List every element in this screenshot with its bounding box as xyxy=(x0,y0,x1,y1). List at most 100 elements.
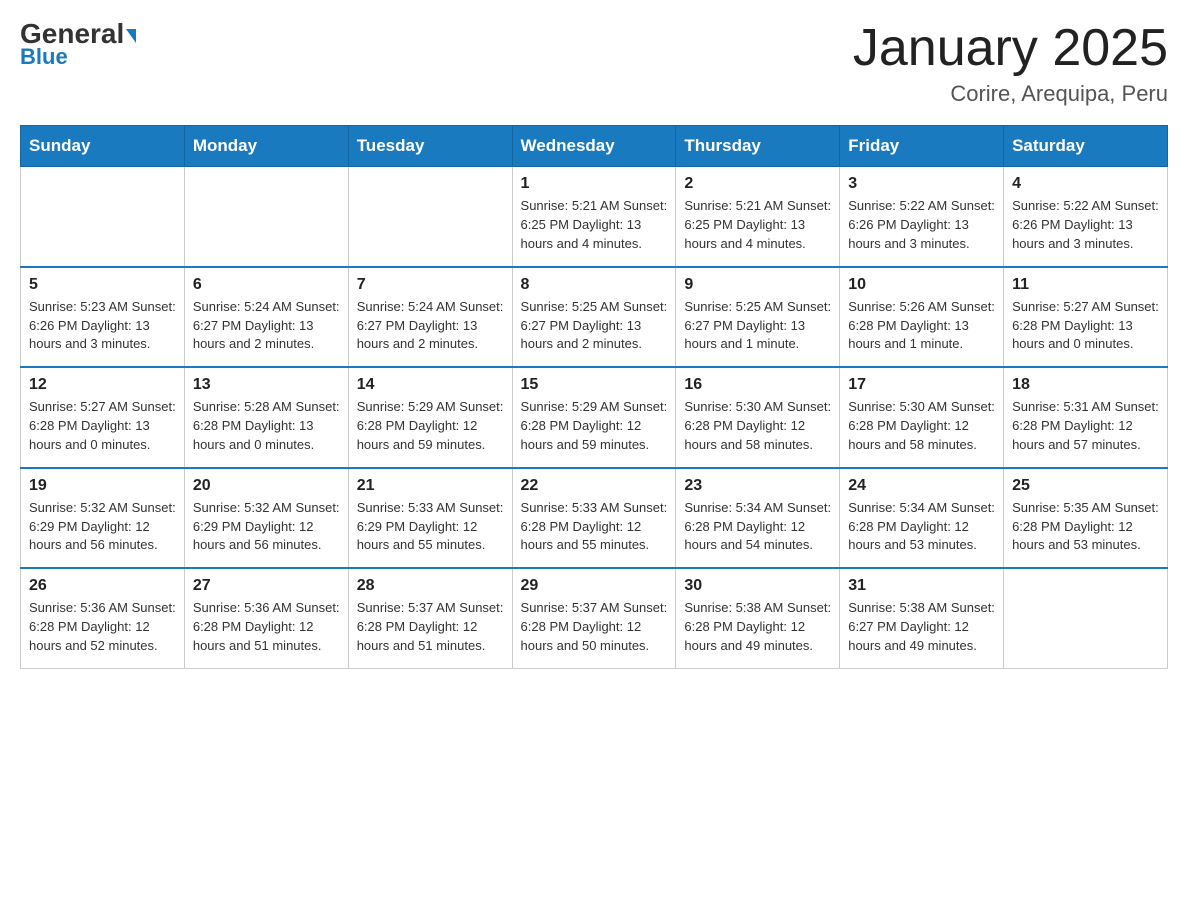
day-number: 13 xyxy=(193,376,340,394)
day-info: Sunrise: 5:32 AM Sunset: 6:29 PM Dayligh… xyxy=(193,499,340,556)
day-number: 26 xyxy=(29,577,176,595)
calendar-cell: 30 Sunrise: 5:38 AM Sunset: 6:28 PM Dayli… xyxy=(676,568,840,668)
day-number: 5 xyxy=(29,276,176,294)
day-info: Sunrise: 5:30 AM Sunset: 6:28 PM Dayligh… xyxy=(848,398,995,455)
day-number: 18 xyxy=(1012,376,1159,394)
day-of-week-header: Tuesday xyxy=(348,126,512,167)
day-info: Sunrise: 5:35 AM Sunset: 6:28 PM Dayligh… xyxy=(1012,499,1159,556)
day-number: 14 xyxy=(357,376,504,394)
day-info: Sunrise: 5:24 AM Sunset: 6:27 PM Dayligh… xyxy=(357,298,504,355)
day-info: Sunrise: 5:28 AM Sunset: 6:28 PM Dayligh… xyxy=(193,398,340,455)
day-info: Sunrise: 5:31 AM Sunset: 6:28 PM Dayligh… xyxy=(1012,398,1159,455)
calendar-week-row: 12Sunrise: 5:27 AM Sunset: 6:28 PM Dayli… xyxy=(21,367,1168,468)
day-number: 8 xyxy=(521,276,668,294)
day-info: Sunrise: 5:33 AM Sunset: 6:29 PM Dayligh… xyxy=(357,499,504,556)
day-info: Sunrise: 5:36 AM Sunset: 6:28 PM Dayligh… xyxy=(193,599,340,656)
calendar-cell: 18 Sunrise: 5:31 AM Sunset: 6:28 PM Dayli… xyxy=(1004,367,1168,468)
day-of-week-header: Monday xyxy=(184,126,348,167)
calendar-header-row: SundayMondayTuesdayWednesdayThursdayFrid… xyxy=(21,126,1168,167)
calendar-cell: 13 Sunrise: 5:28 AM Sunset: 6:28 PM Dayli… xyxy=(184,367,348,468)
day-info: Sunrise: 5:36 AM Sunset: 6:28 PM Dayligh… xyxy=(29,599,176,656)
day-number: 20 xyxy=(193,477,340,495)
calendar-week-row: 19 Sunrise: 5:32 AM Sunset: 6:29 PM Dayli… xyxy=(21,468,1168,569)
logo-blue: Blue xyxy=(20,44,68,70)
day-info: Sunrise: 5:22 AM Sunset: 6:26 PM Dayligh… xyxy=(1012,197,1159,254)
day-info: Sunrise: 5:21 AM Sunset: 6:25 PM Dayligh… xyxy=(684,197,831,254)
calendar-cell: 28 Sunrise: 5:37 AM Sunset: 6:28 PM Dayli… xyxy=(348,568,512,668)
calendar-cell: 1 Sunrise: 5:21 AM Sunset: 6:25 PM Daylig… xyxy=(512,167,676,267)
day-number: 21 xyxy=(357,477,504,495)
calendar-cell: 3 Sunrise: 5:22 AM Sunset: 6:26 PM Daylig… xyxy=(840,167,1004,267)
day-info: Sunrise: 5:32 AM Sunset: 6:29 PM Dayligh… xyxy=(29,499,176,556)
day-info: Sunrise: 5:22 AM Sunset: 6:26 PM Dayligh… xyxy=(848,197,995,254)
day-info: Sunrise: 5:23 AM Sunset: 6:26 PM Dayligh… xyxy=(29,298,176,355)
calendar-cell: 11 Sunrise: 5:27 AM Sunset: 6:28 PM Dayli… xyxy=(1004,267,1168,368)
day-info: Sunrise: 5:37 AM Sunset: 6:28 PM Dayligh… xyxy=(357,599,504,656)
calendar-cell: 26 Sunrise: 5:36 AM Sunset: 6:28 PM Dayli… xyxy=(21,568,185,668)
day-number: 17 xyxy=(848,376,995,394)
day-of-week-header: Friday xyxy=(840,126,1004,167)
day-number: 25 xyxy=(1012,477,1159,495)
day-number: 11 xyxy=(1012,276,1159,294)
day-number: 12 xyxy=(29,376,176,394)
calendar-cell: 15Sunrise: 5:29 AM Sunset: 6:28 PM Dayli… xyxy=(512,367,676,468)
calendar-cell: 25 Sunrise: 5:35 AM Sunset: 6:28 PM Dayli… xyxy=(1004,468,1168,569)
calendar-cell: 24 Sunrise: 5:34 AM Sunset: 6:28 PM Dayli… xyxy=(840,468,1004,569)
day-info: Sunrise: 5:21 AM Sunset: 6:25 PM Dayligh… xyxy=(521,197,668,254)
day-info: Sunrise: 5:30 AM Sunset: 6:28 PM Dayligh… xyxy=(684,398,831,455)
calendar-cell: 21 Sunrise: 5:33 AM Sunset: 6:29 PM Dayli… xyxy=(348,468,512,569)
title-block: January 2025 Corire, Arequipa, Peru xyxy=(853,20,1168,107)
calendar-cell: 16Sunrise: 5:30 AM Sunset: 6:28 PM Dayli… xyxy=(676,367,840,468)
day-number: 3 xyxy=(848,175,995,193)
calendar-cell: 29 Sunrise: 5:37 AM Sunset: 6:28 PM Dayli… xyxy=(512,568,676,668)
location-title: Corire, Arequipa, Peru xyxy=(853,81,1168,107)
calendar-cell: 8 Sunrise: 5:25 AM Sunset: 6:27 PM Daylig… xyxy=(512,267,676,368)
day-info: Sunrise: 5:34 AM Sunset: 6:28 PM Dayligh… xyxy=(848,499,995,556)
calendar-cell xyxy=(348,167,512,267)
day-number: 10 xyxy=(848,276,995,294)
day-of-week-header: Thursday xyxy=(676,126,840,167)
day-info: Sunrise: 5:38 AM Sunset: 6:28 PM Dayligh… xyxy=(684,599,831,656)
day-number: 30 xyxy=(684,577,831,595)
day-info: Sunrise: 5:29 AM Sunset: 6:28 PM Dayligh… xyxy=(357,398,504,455)
day-number: 27 xyxy=(193,577,340,595)
day-info: Sunrise: 5:37 AM Sunset: 6:28 PM Dayligh… xyxy=(521,599,668,656)
page-header: General Blue January 2025 Corire, Arequi… xyxy=(20,20,1168,107)
calendar-table: SundayMondayTuesdayWednesdayThursdayFrid… xyxy=(20,125,1168,669)
day-number: 1 xyxy=(521,175,668,193)
day-of-week-header: Wednesday xyxy=(512,126,676,167)
calendar-cell xyxy=(21,167,185,267)
day-number: 2 xyxy=(684,175,831,193)
day-number: 29 xyxy=(521,577,668,595)
day-info: Sunrise: 5:25 AM Sunset: 6:27 PM Dayligh… xyxy=(684,298,831,355)
day-info: Sunrise: 5:27 AM Sunset: 6:28 PM Dayligh… xyxy=(1012,298,1159,355)
day-number: 28 xyxy=(357,577,504,595)
day-info: Sunrise: 5:26 AM Sunset: 6:28 PM Dayligh… xyxy=(848,298,995,355)
calendar-cell: 4 Sunrise: 5:22 AM Sunset: 6:26 PM Daylig… xyxy=(1004,167,1168,267)
calendar-cell xyxy=(1004,568,1168,668)
logo-triangle-icon xyxy=(126,29,136,43)
calendar-cell: 5 Sunrise: 5:23 AM Sunset: 6:26 PM Daylig… xyxy=(21,267,185,368)
day-of-week-header: Sunday xyxy=(21,126,185,167)
calendar-cell: 9Sunrise: 5:25 AM Sunset: 6:27 PM Daylig… xyxy=(676,267,840,368)
calendar-cell xyxy=(184,167,348,267)
calendar-cell: 6Sunrise: 5:24 AM Sunset: 6:27 PM Daylig… xyxy=(184,267,348,368)
calendar-cell: 7Sunrise: 5:24 AM Sunset: 6:27 PM Daylig… xyxy=(348,267,512,368)
calendar-week-row: 1 Sunrise: 5:21 AM Sunset: 6:25 PM Daylig… xyxy=(21,167,1168,267)
calendar-cell: 23Sunrise: 5:34 AM Sunset: 6:28 PM Dayli… xyxy=(676,468,840,569)
calendar-cell: 20 Sunrise: 5:32 AM Sunset: 6:29 PM Dayli… xyxy=(184,468,348,569)
calendar-cell: 14 Sunrise: 5:29 AM Sunset: 6:28 PM Dayli… xyxy=(348,367,512,468)
day-number: 4 xyxy=(1012,175,1159,193)
calendar-week-row: 26 Sunrise: 5:36 AM Sunset: 6:28 PM Dayli… xyxy=(21,568,1168,668)
calendar-cell: 19 Sunrise: 5:32 AM Sunset: 6:29 PM Dayli… xyxy=(21,468,185,569)
day-info: Sunrise: 5:38 AM Sunset: 6:27 PM Dayligh… xyxy=(848,599,995,656)
calendar-cell: 17 Sunrise: 5:30 AM Sunset: 6:28 PM Dayli… xyxy=(840,367,1004,468)
calendar-cell: 10 Sunrise: 5:26 AM Sunset: 6:28 PM Dayli… xyxy=(840,267,1004,368)
day-info: Sunrise: 5:24 AM Sunset: 6:27 PM Dayligh… xyxy=(193,298,340,355)
day-info: Sunrise: 5:29 AM Sunset: 6:28 PM Dayligh… xyxy=(521,398,668,455)
day-number: 24 xyxy=(848,477,995,495)
calendar-cell: 2 Sunrise: 5:21 AM Sunset: 6:25 PM Daylig… xyxy=(676,167,840,267)
day-info: Sunrise: 5:25 AM Sunset: 6:27 PM Dayligh… xyxy=(521,298,668,355)
day-number: 19 xyxy=(29,477,176,495)
calendar-week-row: 5 Sunrise: 5:23 AM Sunset: 6:26 PM Daylig… xyxy=(21,267,1168,368)
